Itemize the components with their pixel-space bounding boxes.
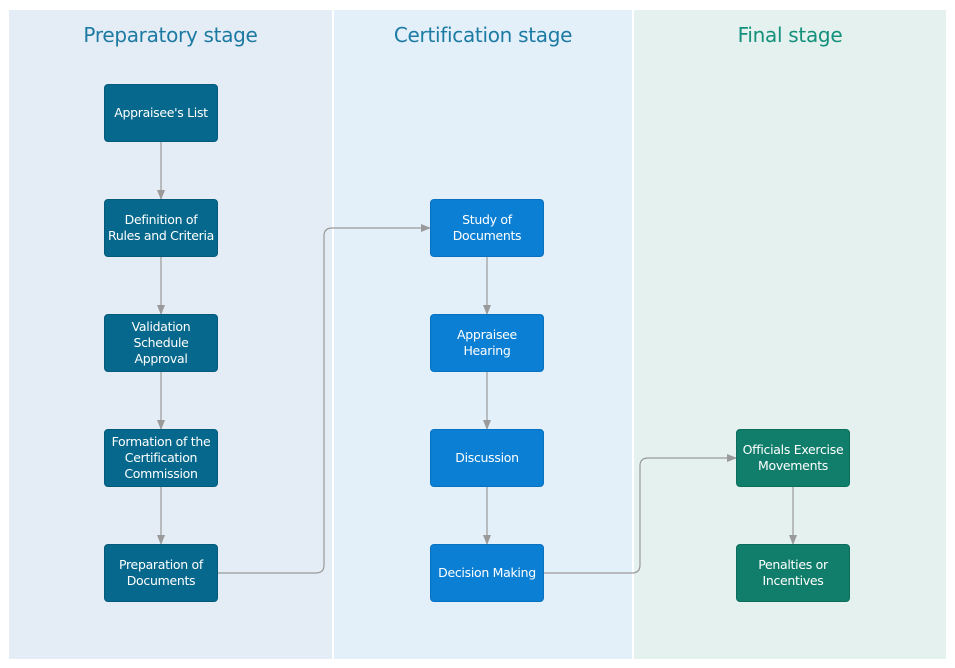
node-officials-exercise[interactable]: Officials Exercise Movements	[736, 429, 850, 487]
node-study-documents[interactable]: Study of Documents	[430, 199, 544, 257]
node-validation-schedule[interactable]: Validation Schedule Approval	[104, 314, 218, 372]
node-decision-making[interactable]: Decision Making	[430, 544, 544, 602]
node-appraisees-list[interactable]: Appraisee's List	[104, 84, 218, 142]
lane-title-final: Final stage	[737, 23, 843, 47]
node-penalties-incentives[interactable]: Penalties or Incentives	[736, 544, 850, 602]
node-appraisee-hearing[interactable]: Appraisee Hearing	[430, 314, 544, 372]
node-definition-rules[interactable]: Definition of Rules and Criteria	[104, 199, 218, 257]
node-discussion[interactable]: Discussion	[430, 429, 544, 487]
lane-title-certification: Certification stage	[393, 23, 573, 47]
node-preparation-documents[interactable]: Preparation of Documents	[104, 544, 218, 602]
lane-title-preparatory: Preparatory stage	[83, 23, 258, 47]
node-formation-commission[interactable]: Formation of the Certification Commissio…	[104, 429, 218, 487]
